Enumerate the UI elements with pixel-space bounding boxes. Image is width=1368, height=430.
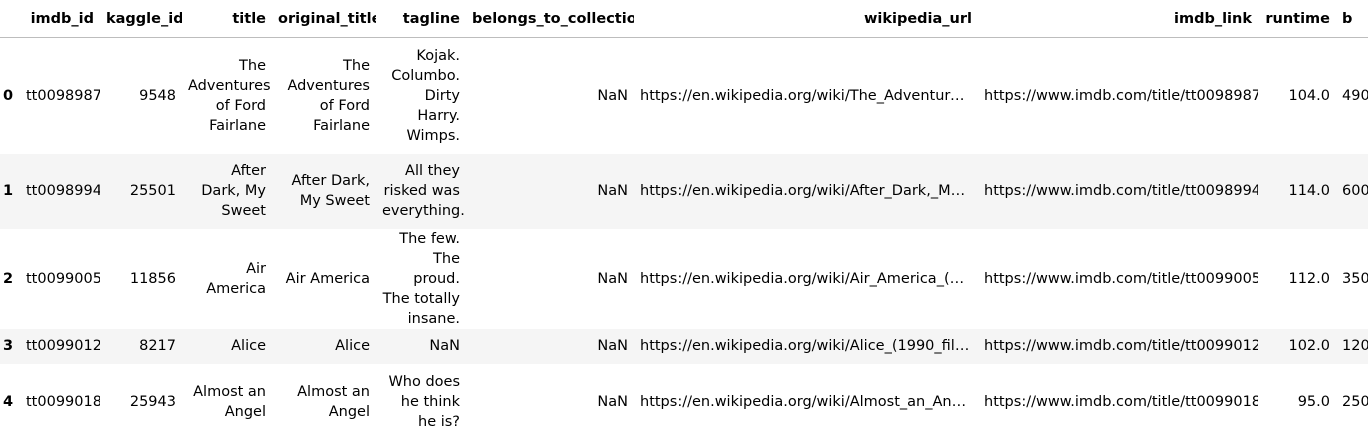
dataframe-table: imdb_id kaggle_id title original_title t… bbox=[0, 0, 1368, 430]
cell-title: The Adventures of Ford Fairlane bbox=[188, 57, 271, 134]
table-row: 3 tt0099012 8217 Alice Alice NaN NaN htt… bbox=[0, 328, 1368, 364]
cell-imdb-link: https://www.imdb.com/title/tt0098994/ bbox=[984, 183, 1258, 199]
cell-imdb-id: tt0099018 bbox=[26, 393, 100, 410]
column-header-imdb-id: imdb_id bbox=[20, 0, 100, 38]
cell-budget: 49000 bbox=[1342, 87, 1368, 104]
column-header-original-title: original_title bbox=[272, 0, 376, 38]
row-index: 3 bbox=[3, 338, 14, 354]
cell-kaggle-id: 9548 bbox=[139, 87, 176, 104]
cell-imdb-link: https://www.imdb.com/title/tt0099018/ bbox=[984, 393, 1258, 410]
cell-runtime: 112.0 bbox=[1288, 270, 1330, 287]
cell-tagline: Kojak. Columbo. Dirty Harry. Wimps. bbox=[391, 47, 460, 144]
cell-kaggle-id: 25501 bbox=[129, 183, 176, 199]
cell-runtime: 104.0 bbox=[1288, 87, 1330, 104]
cell-belongs-to-collection: NaN bbox=[597, 393, 628, 410]
cell-original-title: Almost an Angel bbox=[297, 383, 370, 420]
cell-imdb-id: tt0098994 bbox=[26, 183, 100, 199]
cell-title: Air America bbox=[206, 260, 266, 297]
table-row: 1 tt0098994 25501 After Dark, My Sweet A… bbox=[0, 153, 1368, 229]
cell-title: Almost an Angel bbox=[193, 383, 266, 420]
dataframe-output[interactable]: imdb_id kaggle_id title original_title t… bbox=[0, 0, 1368, 430]
cell-original-title: Air America bbox=[285, 270, 370, 287]
cell-wikipedia-url: https://en.wikipedia.org/wiki/After_Dark… bbox=[640, 183, 978, 199]
cell-tagline: NaN bbox=[429, 338, 460, 354]
cell-runtime: 102.0 bbox=[1288, 338, 1330, 354]
cell-tagline: All they risked was everything. bbox=[382, 163, 465, 219]
cell-imdb-id: tt0099005 bbox=[26, 270, 100, 287]
cell-kaggle-id: 11856 bbox=[129, 270, 176, 287]
cell-budget: 25000 bbox=[1342, 393, 1368, 410]
cell-title: Alice bbox=[231, 338, 266, 354]
cell-budget: 6000 bbox=[1342, 183, 1368, 199]
row-index: 4 bbox=[3, 393, 14, 410]
table-row: 2 tt0099005 11856 Air America Air Americ… bbox=[0, 228, 1368, 329]
cell-title: After Dark, My Sweet bbox=[201, 163, 266, 219]
cell-budget: 12000 bbox=[1342, 338, 1368, 354]
cell-belongs-to-collection: NaN bbox=[597, 87, 628, 104]
cell-kaggle-id: 8217 bbox=[139, 338, 176, 354]
cell-wikipedia-url: https://en.wikipedia.org/wiki/Alice_(199… bbox=[640, 338, 975, 354]
cell-runtime: 95.0 bbox=[1297, 393, 1330, 410]
cell-imdb-id: tt0099012 bbox=[26, 338, 100, 354]
cell-original-title: The Adventures of Ford Fairlane bbox=[287, 57, 370, 134]
cell-runtime: 114.0 bbox=[1288, 183, 1330, 199]
cell-wikipedia-url: https://en.wikipedia.org/wiki/Air_Americ… bbox=[640, 270, 978, 287]
cell-imdb-link: https://www.imdb.com/title/tt0099012/ bbox=[984, 338, 1258, 354]
cell-imdb-id: tt0098987 bbox=[26, 87, 100, 104]
column-header-belongs-to-collection: belongs_to_collection bbox=[466, 0, 634, 38]
row-index: 2 bbox=[3, 270, 14, 287]
cell-budget: 35000 bbox=[1342, 270, 1368, 287]
table-row: 4 tt0099018 25943 Almost an Angel Almost… bbox=[0, 363, 1368, 430]
column-header-runtime: runtime bbox=[1258, 0, 1336, 38]
column-header-imdb-link: imdb_link bbox=[978, 0, 1258, 38]
column-header-kaggle-id: kaggle_id bbox=[100, 0, 182, 38]
column-header-budget: b bbox=[1336, 0, 1368, 38]
cell-imdb-link: https://www.imdb.com/title/tt0099005/ bbox=[984, 270, 1258, 287]
column-header-tagline: tagline bbox=[376, 0, 466, 38]
cell-tagline: Who does he think he is? bbox=[388, 373, 460, 430]
cell-tagline: The few. The proud. The totally insane. bbox=[382, 230, 460, 327]
row-index: 1 bbox=[3, 183, 14, 199]
cell-wikipedia-url: https://en.wikipedia.org/wiki/Almost_an_… bbox=[640, 393, 974, 410]
cell-imdb-link: https://www.imdb.com/title/tt0098987/ bbox=[984, 87, 1258, 104]
cell-wikipedia-url: https://en.wikipedia.org/wiki/The_Advent… bbox=[640, 87, 978, 104]
column-header-title: title bbox=[182, 0, 272, 38]
column-header-wikipedia-url: wikipedia_url bbox=[634, 0, 978, 38]
column-header-index bbox=[0, 0, 20, 38]
table-header-row: imdb_id kaggle_id title original_title t… bbox=[0, 0, 1368, 38]
table-row: 0 tt0098987 9548 The Adventures of Ford … bbox=[0, 37, 1368, 154]
cell-belongs-to-collection: NaN bbox=[597, 338, 628, 354]
cell-belongs-to-collection: NaN bbox=[597, 270, 628, 287]
cell-original-title: Alice bbox=[335, 338, 370, 354]
row-index: 0 bbox=[3, 87, 14, 104]
cell-kaggle-id: 25943 bbox=[129, 393, 176, 410]
cell-belongs-to-collection: NaN bbox=[597, 183, 628, 199]
cell-original-title: After Dark, My Sweet bbox=[291, 173, 370, 209]
